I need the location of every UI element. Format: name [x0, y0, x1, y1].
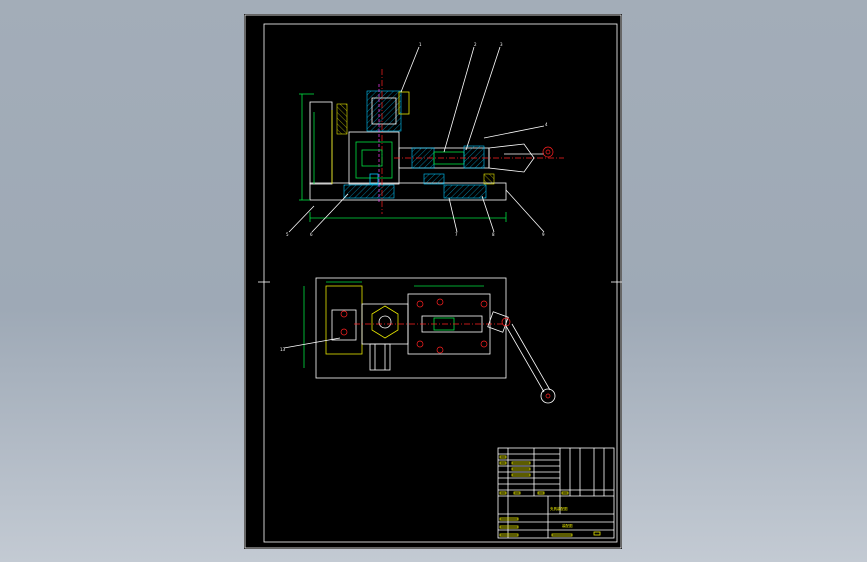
plan-view: 13	[280, 277, 556, 404]
column-inner	[355, 141, 393, 179]
balloon: 13	[280, 347, 286, 352]
v-block	[371, 305, 399, 339]
title-block-title: 夹具装配图	[550, 506, 568, 511]
base-hatch-right	[443, 184, 487, 199]
cad-viewport[interactable]: 1 2 3 4 5 6 7 8 9 13 夹具装配图 装配图	[0, 0, 867, 562]
balloon: 3	[500, 42, 503, 47]
left-support	[309, 101, 333, 185]
section-view: 1 2 3 4 5 6 7 8 9	[286, 42, 564, 237]
outer-border	[244, 14, 622, 549]
handle-knob	[542, 146, 554, 158]
balloon: 7	[455, 232, 458, 237]
left-bolt	[336, 103, 348, 135]
balloon: 8	[492, 232, 495, 237]
drawing-sheet: 1 2 3 4 5 6 7 8 9 13 夹具装配图 装配图	[244, 14, 622, 549]
balloon: 4	[545, 122, 548, 127]
plan-outline	[315, 277, 507, 379]
balloon: 9	[542, 232, 545, 237]
balloon: 2	[474, 42, 477, 47]
title-block-subtitle: 装配图	[562, 523, 573, 528]
plan-handle-knob	[540, 388, 556, 404]
balloon: 6	[310, 232, 313, 237]
plan-handle-rod	[505, 325, 545, 393]
drawing-canvas: 1 2 3 4 5 6 7 8 9 13 夹具装配图 装配图	[244, 14, 622, 549]
title-block: 夹具装配图 装配图	[497, 447, 615, 539]
base-hatch-left	[343, 184, 395, 199]
balloon: 5	[286, 232, 289, 237]
balloon: 1	[419, 42, 422, 47]
column	[348, 131, 400, 185]
